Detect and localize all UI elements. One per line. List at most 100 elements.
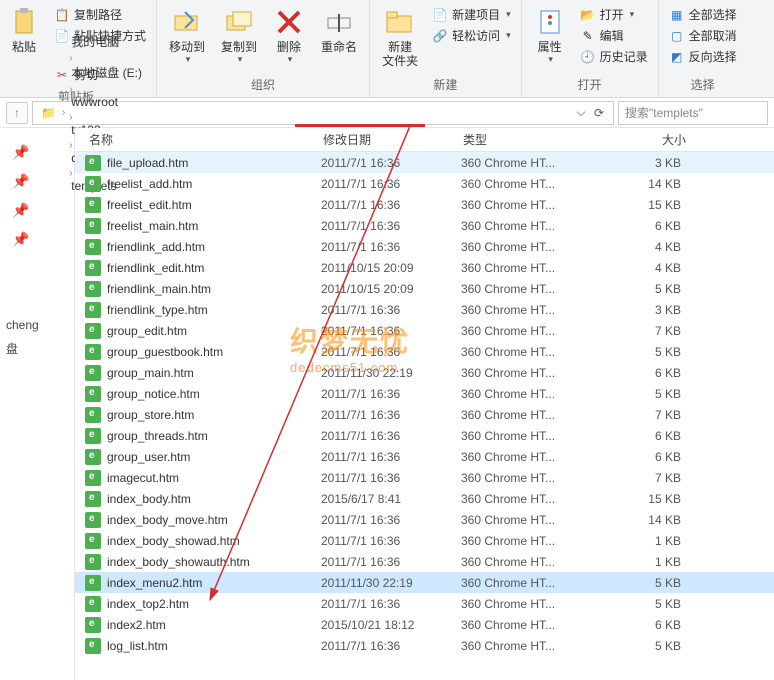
file-type: 360 Chrome HT... — [461, 387, 611, 401]
file-name: friendlink_main.htm — [107, 282, 321, 296]
pin-icon[interactable]: 📌 — [0, 225, 74, 254]
file-type: 360 Chrome HT... — [461, 177, 611, 191]
navigation-pane[interactable]: 📌 📌 📌 📌 cheng 盘 — [0, 128, 75, 680]
file-size: 3 KB — [611, 156, 691, 170]
breadcrumb[interactable]: 📁 › 我的电脑›本地磁盘 (E:)›wwwroot›tx123›dede›te… — [32, 101, 614, 125]
tree-item[interactable]: cheng — [0, 314, 74, 336]
copy-path-button[interactable]: 📋复制路径 — [50, 4, 150, 25]
rename-icon — [323, 6, 355, 38]
file-row[interactable]: group_store.htm2011/7/1 16:36360 Chrome … — [75, 404, 774, 425]
paste-button[interactable]: 粘贴 — [2, 4, 46, 56]
file-row[interactable]: freelist_edit.htm2011/7/1 16:36360 Chrom… — [75, 194, 774, 215]
pin-icon[interactable]: 📌 — [0, 167, 74, 196]
select-none-button[interactable]: ▢全部取消 — [665, 25, 741, 46]
file-row[interactable]: file_upload.htm2011/7/1 16:36360 Chrome … — [75, 152, 774, 173]
file-icon — [85, 428, 101, 444]
column-header[interactable]: 名称 修改日期 类型 大小 — [75, 128, 774, 152]
invert-selection-button[interactable]: ◩反向选择 — [665, 46, 741, 67]
column-date[interactable]: 修改日期 — [315, 131, 455, 148]
file-size: 5 KB — [611, 345, 691, 359]
file-size: 6 KB — [611, 366, 691, 380]
file-icon — [85, 176, 101, 192]
file-row[interactable]: group_guestbook.htm2011/7/1 16:36360 Chr… — [75, 341, 774, 362]
file-icon — [85, 260, 101, 276]
copy-to-button[interactable]: 复制到▾ — [215, 4, 263, 67]
file-row[interactable]: group_notice.htm2011/7/1 16:36360 Chrome… — [75, 383, 774, 404]
tree-item[interactable]: 盘 — [0, 336, 74, 361]
ribbon-group-new: 新建 文件夹 📄新建项目▾ 🔗轻松访问▾ 新建 — [370, 0, 522, 97]
file-name: group_notice.htm — [107, 387, 321, 401]
ribbon-group-open: 属性▾ 📂打开▾ ✎编辑 🕘历史记录 打开 — [522, 0, 659, 97]
file-name: group_store.htm — [107, 408, 321, 422]
file-icon — [85, 386, 101, 402]
file-row[interactable]: freelist_main.htm2011/7/1 16:36360 Chrom… — [75, 215, 774, 236]
file-type: 360 Chrome HT... — [461, 597, 611, 611]
new-item-button[interactable]: 📄新建项目▾ — [428, 4, 515, 25]
pin-icon[interactable]: 📌 — [0, 138, 74, 167]
file-row[interactable]: index_body_showauth.htm2011/7/1 16:36360… — [75, 551, 774, 572]
up-button[interactable]: ↑ — [6, 102, 28, 124]
invert-icon: ◩ — [669, 49, 685, 65]
file-row[interactable]: imagecut.htm2011/7/1 16:36360 Chrome HT.… — [75, 467, 774, 488]
easy-access-button[interactable]: 🔗轻松访问▾ — [428, 25, 515, 46]
chevron-right-icon: › — [67, 112, 74, 123]
file-size: 7 KB — [611, 324, 691, 338]
select-all-button[interactable]: ▦全部选择 — [665, 4, 741, 25]
file-name: index_body_showauth.htm — [107, 555, 321, 569]
breadcrumb-segment[interactable]: 我的电脑 — [67, 33, 146, 50]
pin-icon[interactable]: 📌 — [0, 196, 74, 225]
breadcrumb-segment[interactable]: wwwroot — [67, 95, 146, 109]
file-name: imagecut.htm — [107, 471, 321, 485]
file-size: 1 KB — [611, 534, 691, 548]
file-row[interactable]: freelist_add.htm2011/7/1 16:36360 Chrome… — [75, 173, 774, 194]
file-date: 2011/7/1 16:36 — [321, 471, 461, 485]
search-input[interactable]: 搜索"templets" — [618, 101, 768, 125]
file-date: 2011/7/1 16:36 — [321, 198, 461, 212]
column-type[interactable]: 类型 — [455, 131, 605, 148]
properties-button[interactable]: 属性▾ — [528, 4, 572, 67]
content-area: 📌 📌 📌 📌 cheng 盘 名称 修改日期 类型 大小 file_uploa… — [0, 128, 774, 680]
new-folder-button[interactable]: 新建 文件夹 — [376, 4, 424, 70]
file-date: 2011/7/1 16:36 — [321, 345, 461, 359]
open-button[interactable]: 📂打开▾ — [576, 4, 652, 25]
file-row[interactable]: friendlink_add.htm2011/7/1 16:36360 Chro… — [75, 236, 774, 257]
file-row[interactable]: group_edit.htm2011/7/1 16:36360 Chrome H… — [75, 320, 774, 341]
file-type: 360 Chrome HT... — [461, 219, 611, 233]
edit-button[interactable]: ✎编辑 — [576, 25, 652, 46]
file-row[interactable]: index_body_showad.htm2011/7/1 16:36360 C… — [75, 530, 774, 551]
file-row[interactable]: index2.htm2015/10/21 18:12360 Chrome HT.… — [75, 614, 774, 635]
file-row[interactable]: group_user.htm2011/7/1 16:36360 Chrome H… — [75, 446, 774, 467]
file-row[interactable]: index_menu2.htm2011/11/30 22:19360 Chrom… — [75, 572, 774, 593]
file-row[interactable]: log_list.htm2011/7/1 16:36360 Chrome HT.… — [75, 635, 774, 656]
dropdown-icon[interactable]: ⌵ — [573, 105, 589, 121]
open-icon: 📂 — [580, 7, 596, 23]
file-name: group_threads.htm — [107, 429, 321, 443]
new-folder-icon — [384, 6, 416, 38]
file-type: 360 Chrome HT... — [461, 450, 611, 464]
file-row[interactable]: group_main.htm2011/11/30 22:19360 Chrome… — [75, 362, 774, 383]
column-size[interactable]: 大小 — [605, 131, 695, 148]
delete-button[interactable]: 删除▾ — [267, 4, 311, 67]
file-row[interactable]: friendlink_edit.htm2011/10/15 20:09360 C… — [75, 257, 774, 278]
file-icon — [85, 554, 101, 570]
history-button[interactable]: 🕘历史记录 — [576, 46, 652, 67]
file-row[interactable]: group_threads.htm2011/7/1 16:36360 Chrom… — [75, 425, 774, 446]
file-date: 2011/7/1 16:36 — [321, 387, 461, 401]
file-row[interactable]: friendlink_main.htm2011/10/15 20:09360 C… — [75, 278, 774, 299]
file-name: index_body_move.htm — [107, 513, 321, 527]
breadcrumb-segment[interactable]: 本地磁盘 (E:) — [67, 64, 146, 81]
file-row[interactable]: index_body_move.htm2011/7/1 16:36360 Chr… — [75, 509, 774, 530]
file-icon — [85, 155, 101, 171]
file-size: 15 KB — [611, 492, 691, 506]
file-size: 5 KB — [611, 282, 691, 296]
file-row[interactable]: friendlink_type.htm2011/7/1 16:36360 Chr… — [75, 299, 774, 320]
rename-button[interactable]: 重命名 — [315, 4, 363, 56]
refresh-icon[interactable]: ⟳ — [591, 105, 607, 121]
move-to-button[interactable]: 移动到▾ — [163, 4, 211, 67]
file-row[interactable]: index_body.htm2015/6/17 8:41360 Chrome H… — [75, 488, 774, 509]
file-row[interactable]: index_top2.htm2011/7/1 16:36360 Chrome H… — [75, 593, 774, 614]
file-name: group_main.htm — [107, 366, 321, 380]
file-size: 6 KB — [611, 429, 691, 443]
column-name[interactable]: 名称 — [75, 131, 315, 148]
file-type: 360 Chrome HT... — [461, 282, 611, 296]
